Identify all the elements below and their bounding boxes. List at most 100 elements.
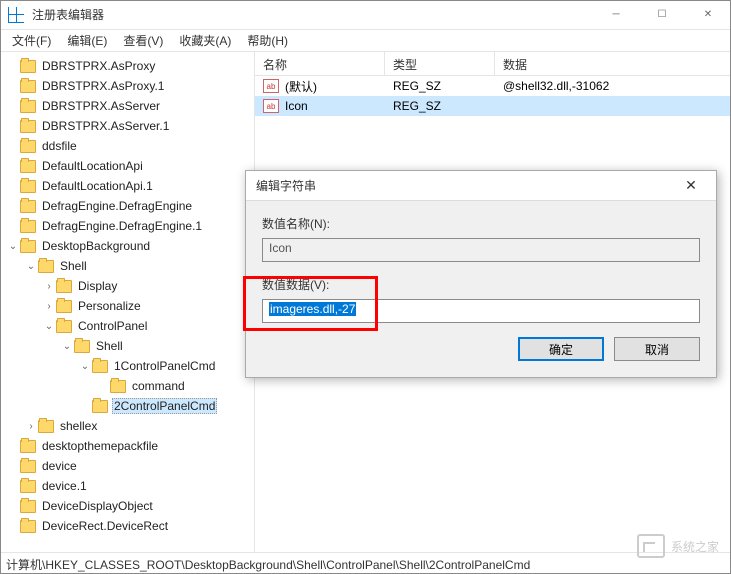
chevron-down-icon[interactable]: ⌄ (78, 361, 92, 372)
tree-node[interactable]: command (0, 376, 254, 396)
minimize-button[interactable]: ─ (593, 0, 639, 30)
tree-node[interactable]: › Display (0, 276, 254, 296)
edit-string-dialog: 编辑字符串 ✕ 数值名称(N): Icon 数值数据(V): imageres.… (245, 170, 717, 378)
tree-node-label: command (130, 379, 187, 393)
folder-icon (56, 300, 72, 313)
tree-node[interactable]: DBRSTPRX.AsServer (0, 96, 254, 116)
tree-node-label: DeviceDisplayObject (40, 499, 155, 513)
window-buttons: ─ ☐ ✕ (593, 0, 731, 30)
dialog-buttons: 确定 取消 (262, 337, 700, 361)
chevron-down-icon[interactable]: ⌄ (24, 261, 38, 272)
chevron-right-icon[interactable]: › (42, 301, 56, 312)
tree-node-label: DBRSTPRX.AsServer (40, 99, 162, 113)
tree-node[interactable]: DBRSTPRX.AsServer.1 (0, 116, 254, 136)
folder-icon (20, 180, 36, 193)
tree-node-label: DefaultLocationApi.1 (40, 179, 155, 193)
chevron-right-icon[interactable]: › (24, 421, 38, 432)
tree-node[interactable]: DefaultLocationApi (0, 156, 254, 176)
value-name: (默认) (285, 78, 317, 95)
app-icon (8, 7, 24, 23)
tree-node[interactable]: ⌄ 1ControlPanelCmd (0, 356, 254, 376)
dialog-close-button[interactable]: ✕ (676, 177, 706, 194)
menu-favorites[interactable]: 收藏夹(A) (171, 30, 239, 51)
menu-view[interactable]: 查看(V) (115, 30, 171, 51)
tree-node[interactable]: DeviceDisplayObject (0, 496, 254, 516)
tree-node[interactable]: ›shellex (0, 416, 254, 436)
tree-node-label: DBRSTPRX.AsProxy.1 (40, 79, 166, 93)
menu-file[interactable]: 文件(F) (4, 30, 59, 51)
folder-icon (110, 380, 126, 393)
folder-icon (20, 60, 36, 73)
tree-node[interactable]: DBRSTPRX.AsProxy.1 (0, 76, 254, 96)
tree-node-label: 1ControlPanelCmd (112, 359, 217, 373)
tree-node[interactable]: DBRSTPRX.AsProxy (0, 56, 254, 76)
menu-edit[interactable]: 编辑(E) (59, 30, 115, 51)
value-data-label: 数值数据(V): (262, 276, 700, 293)
chevron-right-icon[interactable]: › (42, 281, 56, 292)
tree-node[interactable]: DefaultLocationApi.1 (0, 176, 254, 196)
chevron-down-icon[interactable]: ⌄ (42, 321, 56, 332)
close-button[interactable]: ✕ (685, 0, 731, 30)
tree-node[interactable]: ⌄ Shell (0, 256, 254, 276)
list-header: 名称 类型 数据 (255, 52, 731, 76)
dialog-titlebar[interactable]: 编辑字符串 ✕ (246, 171, 716, 201)
tree-node-label: Personalize (76, 299, 143, 313)
tree-node-label: DefragEngine.DefragEngine (40, 199, 194, 213)
tree-node-label: 2ControlPanelCmd (112, 398, 217, 414)
chevron-down-icon[interactable]: ⌄ (60, 341, 74, 352)
col-header-data[interactable]: 数据 (495, 52, 731, 75)
dialog-body: 数值名称(N): Icon 数值数据(V): imageres.dll,-27 … (246, 201, 716, 377)
list-row[interactable]: ab (默认) REG_SZ@shell32.dll,-31062 (255, 76, 731, 96)
maximize-button[interactable]: ☐ (639, 0, 685, 30)
folder-icon (20, 140, 36, 153)
window-title: 注册表编辑器 (32, 6, 593, 23)
folder-icon (92, 400, 108, 413)
tree-node-label: ddsfile (40, 139, 79, 153)
folder-icon (20, 440, 36, 453)
tree-node-label: DefragEngine.DefragEngine.1 (40, 219, 204, 233)
tree-node[interactable]: ⌄Shell (0, 336, 254, 356)
value-name: Icon (285, 99, 308, 113)
value-type: REG_SZ (385, 79, 495, 93)
value-name-field[interactable]: Icon (262, 238, 700, 262)
tree-node[interactable]: DefragEngine.DefragEngine (0, 196, 254, 216)
value-data-field[interactable]: imageres.dll,-27 (262, 299, 700, 323)
menubar: 文件(F) 编辑(E) 查看(V) 收藏夹(A) 帮助(H) (0, 30, 731, 52)
tree-node[interactable]: DefragEngine.DefragEngine.1 (0, 216, 254, 236)
tree-pane[interactable]: DBRSTPRX.AsProxy DBRSTPRX.AsProxy.1 DBRSTP… (0, 52, 255, 552)
folder-icon (20, 460, 36, 473)
list-row[interactable]: abIconREG_SZ (255, 96, 731, 116)
col-header-name[interactable]: 名称 (255, 52, 385, 75)
col-header-type[interactable]: 类型 (385, 52, 495, 75)
folder-icon (92, 360, 108, 373)
tree-node[interactable]: desktopthemepackfile (0, 436, 254, 456)
tree-node[interactable]: device (0, 456, 254, 476)
titlebar: 注册表编辑器 ─ ☐ ✕ (0, 0, 731, 30)
value-data: @shell32.dll,-31062 (495, 79, 731, 93)
folder-icon (20, 160, 36, 173)
folder-icon (20, 100, 36, 113)
tree-node[interactable]: DeviceRect.DeviceRect (0, 516, 254, 536)
cancel-button[interactable]: 取消 (614, 337, 700, 361)
string-value-icon: ab (263, 79, 279, 93)
tree-node[interactable]: device.1 (0, 476, 254, 496)
statusbar: 计算机\HKEY_CLASSES_ROOT\DesktopBackground\… (0, 552, 731, 574)
tree-node-label: DBRSTPRX.AsProxy (40, 59, 157, 73)
tree-node[interactable]: › Personalize (0, 296, 254, 316)
folder-icon (56, 280, 72, 293)
tree-node-label: DesktopBackground (40, 239, 152, 253)
chevron-down-icon[interactable]: ⌄ (6, 241, 20, 252)
tree-node[interactable]: ⌄ DesktopBackground (0, 236, 254, 256)
tree-node-label: Display (76, 279, 119, 293)
ok-button[interactable]: 确定 (518, 337, 604, 361)
tree-node[interactable]: ⌄ ControlPanel (0, 316, 254, 336)
menu-help[interactable]: 帮助(H) (239, 30, 296, 51)
dialog-title: 编辑字符串 (256, 177, 676, 194)
tree-node[interactable]: ddsfile (0, 136, 254, 156)
string-value-icon: ab (263, 99, 279, 113)
folder-icon (20, 120, 36, 133)
tree-node-label: Shell (58, 259, 89, 273)
folder-icon (20, 480, 36, 493)
tree-node[interactable]: 2ControlPanelCmd (0, 396, 254, 416)
tree-node-label: ControlPanel (76, 319, 149, 333)
